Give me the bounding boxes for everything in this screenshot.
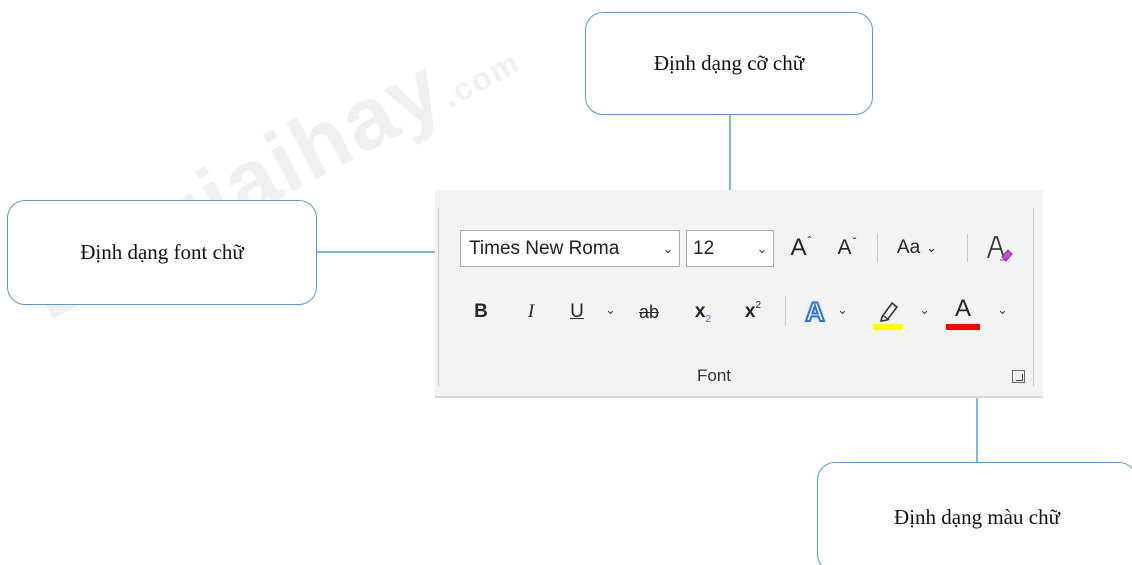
callout-font-color: Định dạng màu chữ bbox=[817, 462, 1132, 565]
shrink-font-icon: A bbox=[837, 236, 852, 259]
caret-up-icon: ˆ bbox=[807, 234, 812, 248]
bold-icon: B bbox=[474, 301, 488, 322]
callout-font-size: Định dạng cỡ chữ bbox=[585, 12, 873, 115]
group-divider-left bbox=[438, 208, 439, 386]
highlight-color-button[interactable] bbox=[867, 292, 909, 334]
strikethrough-icon: ab bbox=[638, 301, 660, 322]
chevron-down-icon[interactable]: ⌄ bbox=[605, 302, 616, 318]
italic-button[interactable]: I bbox=[515, 294, 547, 330]
font-color-icon: A bbox=[946, 296, 980, 330]
subscript-icon: x bbox=[694, 301, 706, 322]
clear-formatting-icon bbox=[987, 236, 1013, 262]
chevron-down-icon[interactable]: ⌄ bbox=[926, 240, 937, 256]
chevron-down-icon[interactable]: ⌄ bbox=[837, 302, 848, 318]
callout-font-name-text: Định dạng font chữ bbox=[80, 240, 244, 264]
font-size-value[interactable]: 12 bbox=[693, 238, 751, 260]
font-group-label: Font bbox=[697, 366, 732, 385]
superscript-button[interactable]: x 2 bbox=[735, 294, 771, 330]
font-color-letter: A bbox=[954, 295, 971, 322]
group-divider-right bbox=[1033, 208, 1034, 386]
superscript-mark: 2 bbox=[755, 299, 762, 311]
strikethrough-button[interactable]: ab bbox=[631, 294, 667, 330]
superscript-icon: x bbox=[744, 301, 756, 322]
italic-icon: I bbox=[527, 301, 535, 322]
subscript-button[interactable]: x 2 bbox=[685, 294, 721, 330]
ribbon-font-group: Times New Roma ⌄ 12 ⌄ A ˆ A ˇ Aa ⌄ B I U… bbox=[435, 190, 1043, 398]
grow-font-button[interactable]: A ˆ bbox=[781, 228, 821, 268]
callout-font-color-text: Định dạng màu chữ bbox=[894, 504, 1060, 529]
text-effects-button[interactable]: A bbox=[797, 292, 833, 332]
font-name-value[interactable]: Times New Roma bbox=[469, 238, 657, 260]
change-case-icon: Aa bbox=[896, 237, 921, 258]
change-case-button[interactable]: Aa ⌄ bbox=[887, 228, 947, 268]
grow-font-icon: A bbox=[790, 234, 807, 261]
chevron-down-icon[interactable]: ⌄ bbox=[751, 241, 773, 257]
toolbar-separator bbox=[785, 296, 786, 326]
toolbar-separator bbox=[877, 234, 878, 262]
callout-font-name: Định dạng font chữ bbox=[7, 200, 317, 305]
toolbar-separator bbox=[967, 234, 968, 262]
caret-down-icon: ˇ bbox=[852, 235, 857, 249]
subscript-mark: 2 bbox=[705, 313, 712, 325]
dialog-launcher-icon[interactable] bbox=[1012, 370, 1025, 383]
chevron-down-icon[interactable]: ⌄ bbox=[997, 302, 1008, 318]
font-size-combobox[interactable]: 12 ⌄ bbox=[686, 230, 774, 267]
clear-formatting-button[interactable] bbox=[977, 228, 1021, 268]
font-color-bar bbox=[946, 324, 980, 330]
bold-button[interactable]: B bbox=[465, 294, 497, 330]
text-effects-icon: A bbox=[804, 296, 825, 328]
chevron-down-icon[interactable]: ⌄ bbox=[919, 302, 930, 318]
font-name-combobox[interactable]: Times New Roma ⌄ bbox=[460, 230, 680, 267]
font-color-button[interactable]: A bbox=[943, 290, 983, 336]
underline-button[interactable]: U bbox=[561, 294, 593, 330]
screenshot-canvas: Loigiaihay.com Định dạng cỡ chữ Định dạn… bbox=[0, 0, 1132, 565]
callout-font-size-text: Định dạng cỡ chữ bbox=[653, 51, 805, 75]
chevron-down-icon[interactable]: ⌄ bbox=[657, 241, 679, 257]
shrink-font-button[interactable]: A ˇ bbox=[827, 228, 867, 268]
highlighter-icon bbox=[873, 301, 903, 330]
underline-icon: U bbox=[570, 301, 584, 322]
